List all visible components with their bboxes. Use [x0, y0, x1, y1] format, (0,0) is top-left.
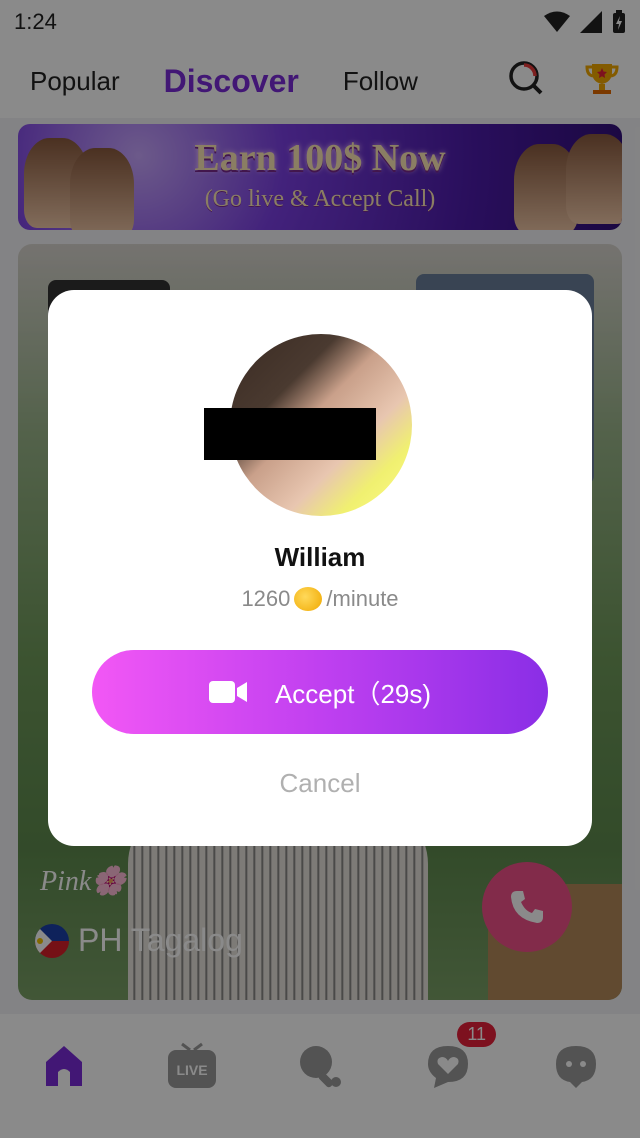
accept-call-button[interactable]: Accept（29s) [92, 650, 548, 734]
incoming-call-dialog: William 1260 /minute Accept（29s) Cancel [48, 290, 592, 846]
caller-name: William [274, 542, 366, 572]
call-price: 1260 /minute [48, 586, 592, 612]
accept-label: Accept（29s) [274, 678, 432, 709]
cancel-button[interactable]: Cancel [48, 768, 592, 799]
price-amount: 1260 [241, 586, 291, 611]
coin-icon [294, 587, 323, 611]
video-camera-icon [208, 681, 247, 703]
avatar-redaction-bar [204, 408, 376, 460]
price-unit: /minute [326, 586, 399, 611]
